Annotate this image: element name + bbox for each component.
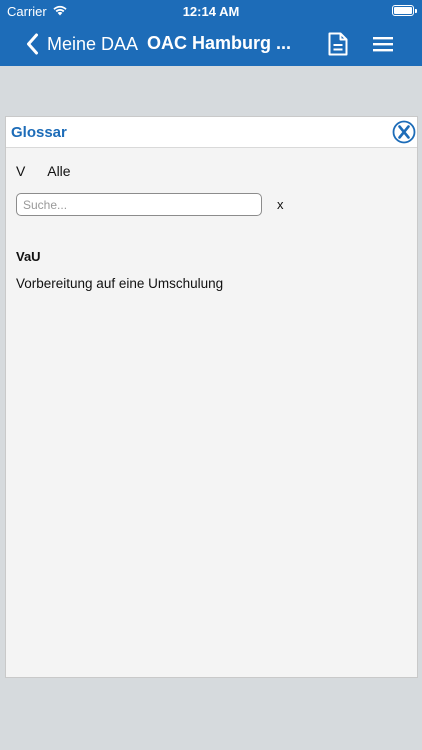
glossary-definition: Vorbereitung auf eine Umschulung: [16, 276, 224, 291]
glossary-term: VaU: [16, 249, 41, 264]
close-button[interactable]: [392, 120, 416, 144]
back-label: Meine DAA: [47, 33, 139, 54]
clear-search-button[interactable]: x: [277, 197, 284, 212]
chevron-left-icon: [27, 33, 38, 55]
glossary-title: Glossar: [11, 124, 67, 141]
page-title: OAC Hamburg ...: [147, 33, 292, 53]
clock: 12:14 AM: [182, 4, 240, 19]
letter-filter: V Alle: [16, 163, 71, 179]
app-header: Carrier 12:14 AM Meine DAA OAC Hamburg .…: [0, 0, 422, 66]
document-icon[interactable]: [327, 31, 349, 57]
letter-filter-all[interactable]: Alle: [47, 163, 70, 179]
status-bar: Carrier 12:14 AM: [0, 0, 422, 22]
letter-filter-v[interactable]: V: [16, 163, 25, 179]
back-button[interactable]: Meine DAA: [26, 30, 138, 58]
close-icon: [392, 120, 416, 144]
battery-icon: [392, 5, 417, 16]
glossary-header: Glossar: [6, 117, 417, 148]
search-input[interactable]: [16, 193, 262, 216]
glossary-panel: Glossar V Alle x VaU Vorbereitung auf ei…: [5, 116, 418, 678]
menu-icon[interactable]: [372, 35, 394, 53]
nav-bar: Meine DAA OAC Hamburg ...: [0, 22, 422, 66]
